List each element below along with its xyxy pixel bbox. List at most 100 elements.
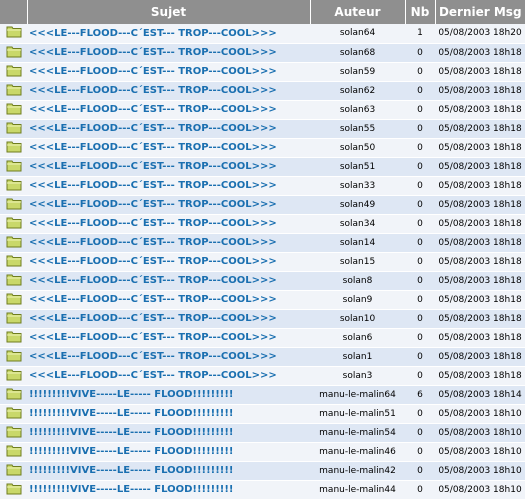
author-cell: solan51 bbox=[310, 157, 405, 177]
folder-icon-cell bbox=[0, 81, 27, 101]
topic-link[interactable]: <<<LE---FLOOD---C´EST--- TROP---COOL>>> bbox=[29, 294, 277, 305]
folder-icon bbox=[6, 311, 22, 327]
table-row[interactable]: !!!!!!!!!VIVE-----LE----- FLOOD!!!!!!!!!… bbox=[0, 480, 525, 500]
topic-link[interactable]: <<<LE---FLOOD---C´EST--- TROP---COOL>>> bbox=[29, 123, 277, 134]
table-row[interactable]: <<<LE---FLOOD---C´EST--- TROP---COOL>>> s… bbox=[0, 81, 525, 101]
table-row[interactable]: <<<LE---FLOOD---C´EST--- TROP---COOL>>> s… bbox=[0, 328, 525, 348]
topic-link[interactable]: <<<LE---FLOOD---C´EST--- TROP---COOL>>> bbox=[29, 161, 277, 172]
table-row[interactable]: <<<LE---FLOOD---C´EST--- TROP---COOL>>> s… bbox=[0, 366, 525, 386]
table-row[interactable]: <<<LE---FLOOD---C´EST--- TROP---COOL>>> s… bbox=[0, 347, 525, 367]
folder-icon-cell bbox=[0, 119, 27, 139]
author-cell: solan1 bbox=[310, 347, 405, 367]
last-message-cell: 05/08/2003 18h18 bbox=[435, 43, 525, 63]
last-message-cell: 05/08/2003 18h18 bbox=[435, 214, 525, 234]
table-row[interactable]: <<<LE---FLOOD---C´EST--- TROP---COOL>>> s… bbox=[0, 176, 525, 196]
topic-link[interactable]: <<<LE---FLOOD---C´EST--- TROP---COOL>>> bbox=[29, 85, 277, 96]
header-sujet[interactable]: Sujet bbox=[27, 0, 311, 24]
table-row[interactable]: <<<LE---FLOOD---C´EST--- TROP---COOL>>> s… bbox=[0, 24, 525, 44]
table-row[interactable]: !!!!!!!!!VIVE-----LE----- FLOOD!!!!!!!!!… bbox=[0, 423, 525, 443]
reply-count-cell: 6 bbox=[405, 385, 435, 405]
topic-link[interactable]: !!!!!!!!!VIVE-----LE----- FLOOD!!!!!!!!! bbox=[29, 484, 233, 495]
last-message-cell: 05/08/2003 18h18 bbox=[435, 176, 525, 196]
topic-link[interactable]: !!!!!!!!!VIVE-----LE----- FLOOD!!!!!!!!! bbox=[29, 408, 233, 419]
topic-link[interactable]: !!!!!!!!!VIVE-----LE----- FLOOD!!!!!!!!! bbox=[29, 427, 233, 438]
table-row[interactable]: !!!!!!!!!VIVE-----LE----- FLOOD!!!!!!!!!… bbox=[0, 461, 525, 481]
subject-cell: <<<LE---FLOOD---C´EST--- TROP---COOL>>> bbox=[27, 233, 310, 253]
folder-icon bbox=[6, 159, 22, 175]
reply-count-cell: 0 bbox=[405, 195, 435, 215]
table-row[interactable]: !!!!!!!!!VIVE-----LE----- FLOOD!!!!!!!!!… bbox=[0, 404, 525, 424]
table-row[interactable]: <<<LE---FLOOD---C´EST--- TROP---COOL>>> s… bbox=[0, 62, 525, 82]
topic-link[interactable]: <<<LE---FLOOD---C´EST--- TROP---COOL>>> bbox=[29, 256, 277, 267]
folder-icon-cell bbox=[0, 461, 27, 481]
subject-cell: <<<LE---FLOOD---C´EST--- TROP---COOL>>> bbox=[27, 62, 310, 82]
folder-icon-cell bbox=[0, 195, 27, 215]
folder-icon bbox=[6, 83, 22, 99]
subject-cell: <<<LE---FLOOD---C´EST--- TROP---COOL>>> bbox=[27, 138, 310, 158]
topic-link[interactable]: <<<LE---FLOOD---C´EST--- TROP---COOL>>> bbox=[29, 28, 277, 39]
last-message-cell: 05/08/2003 18h18 bbox=[435, 252, 525, 272]
topic-link[interactable]: <<<LE---FLOOD---C´EST--- TROP---COOL>>> bbox=[29, 66, 277, 77]
author-cell: solan63 bbox=[310, 100, 405, 120]
table-row[interactable]: <<<LE---FLOOD---C´EST--- TROP---COOL>>> s… bbox=[0, 157, 525, 177]
topic-link[interactable]: <<<LE---FLOOD---C´EST--- TROP---COOL>>> bbox=[29, 275, 277, 286]
topic-link[interactable]: <<<LE---FLOOD---C´EST--- TROP---COOL>>> bbox=[29, 370, 277, 381]
topic-link[interactable]: <<<LE---FLOOD---C´EST--- TROP---COOL>>> bbox=[29, 218, 277, 229]
table-row[interactable]: <<<LE---FLOOD---C´EST--- TROP---COOL>>> s… bbox=[0, 138, 525, 158]
folder-icon-cell bbox=[0, 157, 27, 177]
author-cell: solan34 bbox=[310, 214, 405, 234]
table-row[interactable]: <<<LE---FLOOD---C´EST--- TROP---COOL>>> s… bbox=[0, 100, 525, 120]
topic-rows: <<<LE---FLOOD---C´EST--- TROP---COOL>>> s… bbox=[0, 24, 525, 500]
last-message-cell: 05/08/2003 18h18 bbox=[435, 138, 525, 158]
topic-link[interactable]: <<<LE---FLOOD---C´EST--- TROP---COOL>>> bbox=[29, 199, 277, 210]
table-row[interactable]: <<<LE---FLOOD---C´EST--- TROP---COOL>>> s… bbox=[0, 309, 525, 329]
header-nb[interactable]: Nb bbox=[405, 0, 436, 24]
topic-link[interactable]: <<<LE---FLOOD---C´EST--- TROP---COOL>>> bbox=[29, 237, 277, 248]
last-message-cell: 05/08/2003 18h18 bbox=[435, 309, 525, 329]
topic-link[interactable]: <<<LE---FLOOD---C´EST--- TROP---COOL>>> bbox=[29, 313, 277, 324]
table-row[interactable]: <<<LE---FLOOD---C´EST--- TROP---COOL>>> s… bbox=[0, 271, 525, 291]
topic-link[interactable]: <<<LE---FLOOD---C´EST--- TROP---COOL>>> bbox=[29, 47, 277, 58]
topic-link[interactable]: <<<LE---FLOOD---C´EST--- TROP---COOL>>> bbox=[29, 142, 277, 153]
topic-link[interactable]: !!!!!!!!!VIVE-----LE----- FLOOD!!!!!!!!! bbox=[29, 465, 233, 476]
topic-link[interactable]: <<<LE---FLOOD---C´EST--- TROP---COOL>>> bbox=[29, 180, 277, 191]
author-cell: manu-le-malin64 bbox=[310, 385, 405, 405]
folder-icon-cell bbox=[0, 62, 27, 82]
subject-cell: !!!!!!!!!VIVE-----LE----- FLOOD!!!!!!!!! bbox=[27, 442, 310, 462]
topic-link[interactable]: <<<LE---FLOOD---C´EST--- TROP---COOL>>> bbox=[29, 351, 277, 362]
subject-cell: <<<LE---FLOOD---C´EST--- TROP---COOL>>> bbox=[27, 157, 310, 177]
header-auteur[interactable]: Auteur bbox=[310, 0, 406, 24]
last-message-cell: 05/08/2003 18h18 bbox=[435, 81, 525, 101]
folder-icon-cell bbox=[0, 176, 27, 196]
folder-icon bbox=[6, 444, 22, 460]
table-row[interactable]: <<<LE---FLOOD---C´EST--- TROP---COOL>>> s… bbox=[0, 195, 525, 215]
reply-count-cell: 0 bbox=[405, 423, 435, 443]
reply-count-cell: 0 bbox=[405, 290, 435, 310]
last-message-cell: 05/08/2003 18h20 bbox=[435, 24, 525, 44]
table-row[interactable]: !!!!!!!!!VIVE-----LE----- FLOOD!!!!!!!!!… bbox=[0, 442, 525, 462]
folder-icon bbox=[6, 254, 22, 270]
reply-count-cell: 0 bbox=[405, 138, 435, 158]
table-row[interactable]: <<<LE---FLOOD---C´EST--- TROP---COOL>>> s… bbox=[0, 43, 525, 63]
table-row[interactable]: <<<LE---FLOOD---C´EST--- TROP---COOL>>> s… bbox=[0, 233, 525, 253]
reply-count-cell: 0 bbox=[405, 119, 435, 139]
table-row[interactable]: <<<LE---FLOOD---C´EST--- TROP---COOL>>> s… bbox=[0, 290, 525, 310]
reply-count-cell: 0 bbox=[405, 328, 435, 348]
folder-icon bbox=[6, 292, 22, 308]
reply-count-cell: 0 bbox=[405, 442, 435, 462]
topic-link[interactable]: <<<LE---FLOOD---C´EST--- TROP---COOL>>> bbox=[29, 104, 277, 115]
reply-count-cell: 0 bbox=[405, 480, 435, 500]
topic-link[interactable]: !!!!!!!!!VIVE-----LE----- FLOOD!!!!!!!!! bbox=[29, 446, 233, 457]
table-row[interactable]: !!!!!!!!!VIVE-----LE----- FLOOD!!!!!!!!!… bbox=[0, 385, 525, 405]
topic-link[interactable]: <<<LE---FLOOD---C´EST--- TROP---COOL>>> bbox=[29, 332, 277, 343]
table-row[interactable]: <<<LE---FLOOD---C´EST--- TROP---COOL>>> s… bbox=[0, 252, 525, 272]
folder-icon-cell bbox=[0, 385, 27, 405]
subject-cell: <<<LE---FLOOD---C´EST--- TROP---COOL>>> bbox=[27, 366, 310, 386]
header-dernier-msg[interactable]: Dernier Msg bbox=[435, 0, 525, 24]
table-row[interactable]: <<<LE---FLOOD---C´EST--- TROP---COOL>>> s… bbox=[0, 119, 525, 139]
topic-link[interactable]: !!!!!!!!!VIVE-----LE----- FLOOD!!!!!!!!! bbox=[29, 389, 233, 400]
table-row[interactable]: <<<LE---FLOOD---C´EST--- TROP---COOL>>> s… bbox=[0, 214, 525, 234]
folder-icon bbox=[6, 64, 22, 80]
author-cell: manu-le-malin54 bbox=[310, 423, 405, 443]
last-message-cell: 05/08/2003 18h14 bbox=[435, 385, 525, 405]
